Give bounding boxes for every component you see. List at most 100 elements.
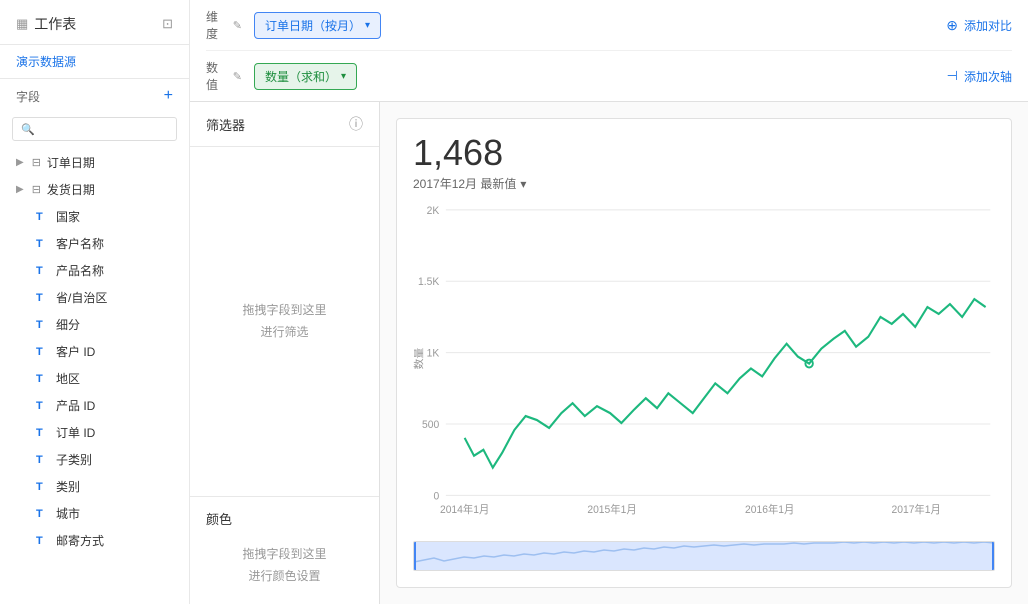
field-name: 城市 — [56, 505, 80, 522]
chart-area: 1,468 2017年12月 最新值 ▾ 2K 1.5K 1K 500 0 数量 — [380, 102, 1028, 604]
text-type-icon: T — [36, 427, 50, 439]
filter-info-icon[interactable]: ⓘ — [349, 114, 363, 134]
fields-label: 字段 — [16, 88, 40, 105]
svg-text:500: 500 — [422, 419, 439, 431]
main-panel: 维度 ✎ 订单日期（按月） ▾ ⊕ 添加对比 数值 ✎ 数量（求和） ▾ ⊣ — [190, 0, 1028, 604]
search-box[interactable]: 🔍 — [12, 117, 177, 141]
field-item-city[interactable]: T 城市 — [0, 500, 189, 527]
chart-subtitle-chevron-icon: ▾ — [520, 177, 526, 191]
field-name: 细分 — [56, 316, 80, 333]
measure-label: 数值 ✎ — [206, 59, 242, 93]
text-type-icon: T — [36, 508, 50, 520]
dimension-label-text: 维度 — [206, 8, 227, 42]
field-name: 产品 ID — [56, 397, 95, 414]
field-name: 订单日期 — [47, 154, 95, 171]
workspace-header: ▦ 工作表 ⊡ — [0, 0, 189, 45]
filter-title: 筛选器 — [206, 115, 245, 134]
content-area: 筛选器 ⓘ 拖拽字段到这里 进行筛选 颜色 拖拽字段到这里 进行颜色设置 1,4… — [190, 102, 1028, 604]
search-input[interactable] — [39, 122, 168, 136]
field-name: 发货日期 — [47, 181, 95, 198]
text-type-icon: T — [36, 373, 50, 385]
field-item-country[interactable]: T 国家 — [0, 203, 189, 230]
workspace-action-icon[interactable]: ⊡ — [162, 16, 173, 32]
fields-header: 字段 + — [0, 79, 189, 113]
field-item-region[interactable]: T 地区 — [0, 365, 189, 392]
field-item-segment[interactable]: T 细分 — [0, 311, 189, 338]
search-icon: 🔍 — [21, 123, 35, 136]
dimension-pill[interactable]: 订单日期（按月） ▾ — [254, 12, 381, 39]
svg-text:1.5K: 1.5K — [418, 276, 439, 288]
date-type-icon: ⊟ — [32, 156, 41, 169]
minimap[interactable] — [413, 541, 995, 571]
field-item-order-id[interactable]: T 订单 ID — [0, 419, 189, 446]
field-name: 客户名称 — [56, 235, 104, 252]
line-chart-svg: 2K 1.5K 1K 500 0 数量 2 — [413, 200, 995, 537]
field-item-product-name[interactable]: T 产品名称 — [0, 257, 189, 284]
field-item-subcategory[interactable]: T 子类别 — [0, 446, 189, 473]
measure-label-text: 数值 — [206, 59, 227, 93]
chart-body: 2K 1.5K 1K 500 0 数量 2 — [413, 200, 995, 537]
field-name: 省/自治区 — [56, 289, 107, 306]
field-name: 类别 — [56, 478, 80, 495]
dimension-edit-icon[interactable]: ✎ — [233, 19, 242, 32]
dimension-row: 维度 ✎ 订单日期（按月） ▾ ⊕ 添加对比 — [206, 0, 1012, 50]
measure-pill[interactable]: 数量（求和） ▾ — [254, 63, 357, 90]
text-type-icon: T — [36, 211, 50, 223]
chart-subtitle[interactable]: 2017年12月 最新值 ▾ — [413, 175, 995, 192]
add-axis-icon: ⊣ — [947, 68, 958, 84]
add-compare-icon: ⊕ — [946, 17, 958, 34]
filter-panel: 筛选器 ⓘ 拖拽字段到这里 进行筛选 颜色 拖拽字段到这里 进行颜色设置 — [190, 102, 380, 604]
text-type-icon: T — [36, 238, 50, 250]
svg-text:2017年1月: 2017年1月 — [891, 503, 940, 516]
expand-icon: ▶ — [16, 157, 24, 168]
field-name: 产品名称 — [56, 262, 104, 279]
field-item-product-id[interactable]: T 产品 ID — [0, 392, 189, 419]
field-item-order-date[interactable]: ▶ ⊟ 订单日期 — [0, 149, 189, 176]
chart-container: 1,468 2017年12月 最新值 ▾ 2K 1.5K 1K 500 0 数量 — [396, 118, 1012, 588]
field-item-customer-name[interactable]: T 客户名称 — [0, 230, 189, 257]
field-name: 客户 ID — [56, 343, 95, 360]
field-item-ship-date[interactable]: ▶ ⊟ 发货日期 — [0, 176, 189, 203]
workspace-label: 工作表 — [34, 14, 76, 34]
workspace-icon: ▦ — [16, 16, 28, 32]
text-type-icon: T — [36, 319, 50, 331]
datasource-label[interactable]: 演示数据源 — [0, 45, 189, 79]
toolbar: 维度 ✎ 订单日期（按月） ▾ ⊕ 添加对比 数值 ✎ 数量（求和） ▾ ⊣ — [190, 0, 1028, 102]
svg-text:0: 0 — [434, 490, 440, 502]
minimap-handle[interactable] — [414, 542, 994, 570]
measure-edit-icon[interactable]: ✎ — [233, 70, 242, 83]
field-list: ▶ ⊟ 订单日期 ▶ ⊟ 发货日期 T 国家 T 客户名称 T 产品名称 T — [0, 149, 189, 604]
field-item-postal[interactable]: T 邮寄方式 — [0, 527, 189, 554]
color-drop-hint: 拖拽字段到这里 进行颜色设置 — [242, 544, 326, 587]
field-item-customer-id[interactable]: T 客户 ID — [0, 338, 189, 365]
text-type-icon: T — [36, 400, 50, 412]
field-name: 子类别 — [56, 451, 92, 468]
svg-text:2K: 2K — [427, 205, 440, 217]
dimension-label: 维度 ✎ — [206, 8, 242, 42]
field-name: 地区 — [56, 370, 80, 387]
field-item-category[interactable]: T 类别 — [0, 473, 189, 500]
measure-row: 数值 ✎ 数量（求和） ▾ ⊣ 添加次轴 — [206, 50, 1012, 101]
text-type-icon: T — [36, 265, 50, 277]
chart-line — [465, 299, 986, 468]
sidebar: ▦ 工作表 ⊡ 演示数据源 字段 + 🔍 ▶ ⊟ 订单日期 ▶ ⊟ 发货日期 T… — [0, 0, 190, 604]
color-section: 颜色 拖拽字段到这里 进行颜色设置 — [190, 496, 379, 604]
add-axis-label: 添加次轴 — [964, 68, 1012, 85]
expand-icon: ▶ — [16, 184, 24, 195]
filter-drop-zone[interactable]: 拖拽字段到这里 进行筛选 — [190, 147, 379, 496]
field-name: 国家 — [56, 208, 80, 225]
color-drop-zone[interactable]: 拖拽字段到这里 进行颜色设置 — [206, 536, 363, 596]
filter-drop-hint: 拖拽字段到这里 进行筛选 — [242, 300, 326, 343]
text-type-icon: T — [36, 292, 50, 304]
text-type-icon: T — [36, 535, 50, 547]
color-header: 颜色 — [206, 509, 363, 528]
svg-text:2016年1月: 2016年1月 — [745, 503, 794, 516]
svg-text:2015年1月: 2015年1月 — [587, 503, 636, 516]
add-compare-label: 添加对比 — [964, 17, 1012, 34]
field-name: 邮寄方式 — [56, 532, 104, 549]
add-compare-button[interactable]: ⊕ 添加对比 — [946, 17, 1012, 34]
chart-subtitle-text: 2017年12月 最新值 — [413, 175, 516, 192]
field-item-province[interactable]: T 省/自治区 — [0, 284, 189, 311]
add-axis-button[interactable]: ⊣ 添加次轴 — [947, 68, 1012, 85]
add-field-button[interactable]: + — [164, 87, 173, 105]
